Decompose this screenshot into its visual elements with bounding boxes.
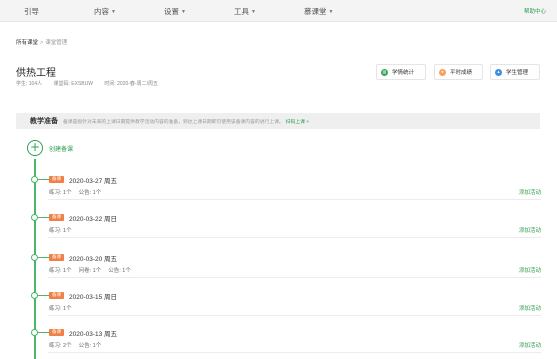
activity-stats: 练习: 2个 公告: 1个	[49, 341, 108, 349]
teaching-prep-bar: 教学准备 备课是指针对未来的上课日期提供教学活动内容的准备，到达上课日期即可使用…	[16, 113, 540, 129]
prep-badge: 备课	[49, 176, 64, 183]
prep-card[interactable]: 备课 2020-03-20 周五练习: 1个 问卷: 1个 公告: 1个 添加活动	[48, 250, 541, 278]
nav-item[interactable]: 内容 ▼	[94, 6, 116, 17]
score-icon: ●	[439, 68, 446, 76]
prep-card[interactable]: 备课 2020-03-22 周日练习: 1个 添加活动	[48, 210, 541, 238]
prep-date: 2020-03-27 周五	[69, 178, 118, 185]
activity-count: 公告: 1个	[78, 343, 102, 349]
nav-item-label: 内容	[94, 7, 109, 16]
chevron-down-icon: ▼	[251, 9, 256, 15]
activity-count: 练习: 1个	[49, 190, 72, 196]
create-prep-button[interactable]: + 创建备课	[27, 140, 73, 156]
breadcrumb: 所有课堂 > 课堂管理	[16, 38, 67, 46]
nav-item[interactable]: 引导	[24, 6, 39, 17]
nav-item[interactable]: 设置 ▼	[164, 6, 186, 17]
create-prep-label: 创建备课	[49, 146, 74, 153]
chevron-down-icon: ▼	[328, 9, 334, 15]
chevron-down-icon: ▼	[181, 9, 186, 15]
nav-item[interactable]: 工具 ▼	[234, 6, 256, 17]
student-count: 学生: 104人	[16, 81, 43, 87]
breadcrumb-all-classes[interactable]: 所有课堂	[16, 40, 38, 46]
activity-stats: 练习: 1个 问卷: 1个 公告: 1个	[49, 266, 138, 274]
nav-item-label: 工具	[234, 7, 249, 16]
prep-badge: 备课	[49, 254, 64, 261]
action-button[interactable]: ● 平时成绩	[434, 64, 483, 80]
activity-count: 练习: 1个	[49, 306, 72, 312]
prep-entry: 备课 2020-03-13 周五练习: 2个 公告: 1个 添加活动	[31, 325, 547, 357]
activity-count: 练习: 2个	[49, 343, 72, 349]
prep-description: 备课是指针对未来的上课日期提供教学活动内容的准备，到达上课日期即可使用该备课内容…	[63, 119, 284, 125]
nav-item-label: 引导	[24, 7, 39, 16]
action-button[interactable]: ▲ 学生管理	[490, 64, 540, 80]
prep-entry: 备课 2020-03-15 周日练习: 1个 添加活动	[31, 288, 547, 320]
add-activity-link[interactable]: 添加活动	[519, 266, 541, 274]
activity-count: 公告: 1个	[108, 268, 131, 274]
class-time: 时间: 2020-春-周二/周五	[104, 81, 158, 87]
scan-to-class-link[interactable]: 扫码上课 >	[286, 118, 309, 125]
add-activity-link[interactable]: 添加活动	[519, 188, 541, 196]
breadcrumb-separator: >	[40, 40, 44, 46]
course-title: 供热工程	[16, 68, 56, 79]
activity-stats: 练习: 1个	[49, 304, 79, 312]
action-button-label: 学情统计	[392, 70, 415, 76]
action-button[interactable]: ▥ 学情统计	[376, 64, 426, 80]
prep-date: 2020-03-15 周日	[69, 294, 118, 301]
help-center-link[interactable]: 帮助中心	[524, 7, 546, 15]
add-activity-link[interactable]: 添加活动	[519, 226, 541, 234]
action-button-label: 平时成绩	[450, 70, 473, 76]
class-code: 课堂码: EXSBUW	[53, 81, 93, 87]
top-nav: 引导 内容 ▼ 设置 ▼ 工具 ▼ 慕课堂 ▼ 帮助中心	[0, 0, 557, 22]
plus-icon: +	[27, 140, 43, 156]
prep-date: 2020-03-13 周五	[69, 331, 118, 338]
prep-badge: 备课	[49, 292, 64, 299]
add-activity-link[interactable]: 添加活动	[519, 304, 541, 312]
prep-entry: 备课 2020-03-27 周五练习: 1个 公告: 1个 添加活动	[31, 172, 547, 204]
prep-date: 2020-03-22 周日	[69, 216, 118, 223]
user-icon: ▲	[495, 68, 502, 76]
prep-card[interactable]: 备课 2020-03-27 周五练习: 1个 公告: 1个 添加活动	[48, 172, 541, 200]
prep-badge: 备课	[49, 329, 64, 336]
chevron-down-icon: ▼	[111, 9, 116, 15]
action-button-label: 学生管理	[506, 70, 529, 76]
activity-stats: 练习: 1个	[49, 226, 79, 234]
nav-item[interactable]: 慕课堂 ▼	[304, 6, 333, 17]
activity-count: 公告: 1个	[78, 190, 102, 196]
add-activity-link[interactable]: 添加活动	[519, 341, 541, 349]
activity-stats: 练习: 1个 公告: 1个	[49, 188, 108, 196]
prep-card[interactable]: 备课 2020-03-13 周五练习: 2个 公告: 1个 添加活动	[48, 325, 541, 353]
prep-badge: 备课	[49, 214, 64, 221]
course-meta: 学生: 104人 课堂码: EXSBUW 时间: 2020-春-周二/周五	[16, 80, 168, 87]
chart-icon: ▥	[381, 68, 388, 76]
activity-count: 练习: 1个	[49, 228, 72, 234]
prep-date: 2020-03-20 周五	[69, 256, 118, 263]
nav-item-label: 设置	[164, 7, 179, 16]
prep-title: 教学准备	[30, 118, 58, 125]
breadcrumb-current: 课堂管理	[45, 40, 68, 46]
nav-item-label: 慕课堂	[304, 7, 327, 16]
activity-count: 练习: 1个	[49, 268, 72, 274]
prep-card[interactable]: 备课 2020-03-15 周日练习: 1个 添加活动	[48, 288, 541, 316]
activity-count: 问卷: 1个	[78, 268, 102, 274]
prep-entry: 备课 2020-03-20 周五练习: 1个 问卷: 1个 公告: 1个 添加活动	[31, 250, 547, 282]
prep-entry: 备课 2020-03-22 周日练习: 1个 添加活动	[31, 210, 547, 242]
